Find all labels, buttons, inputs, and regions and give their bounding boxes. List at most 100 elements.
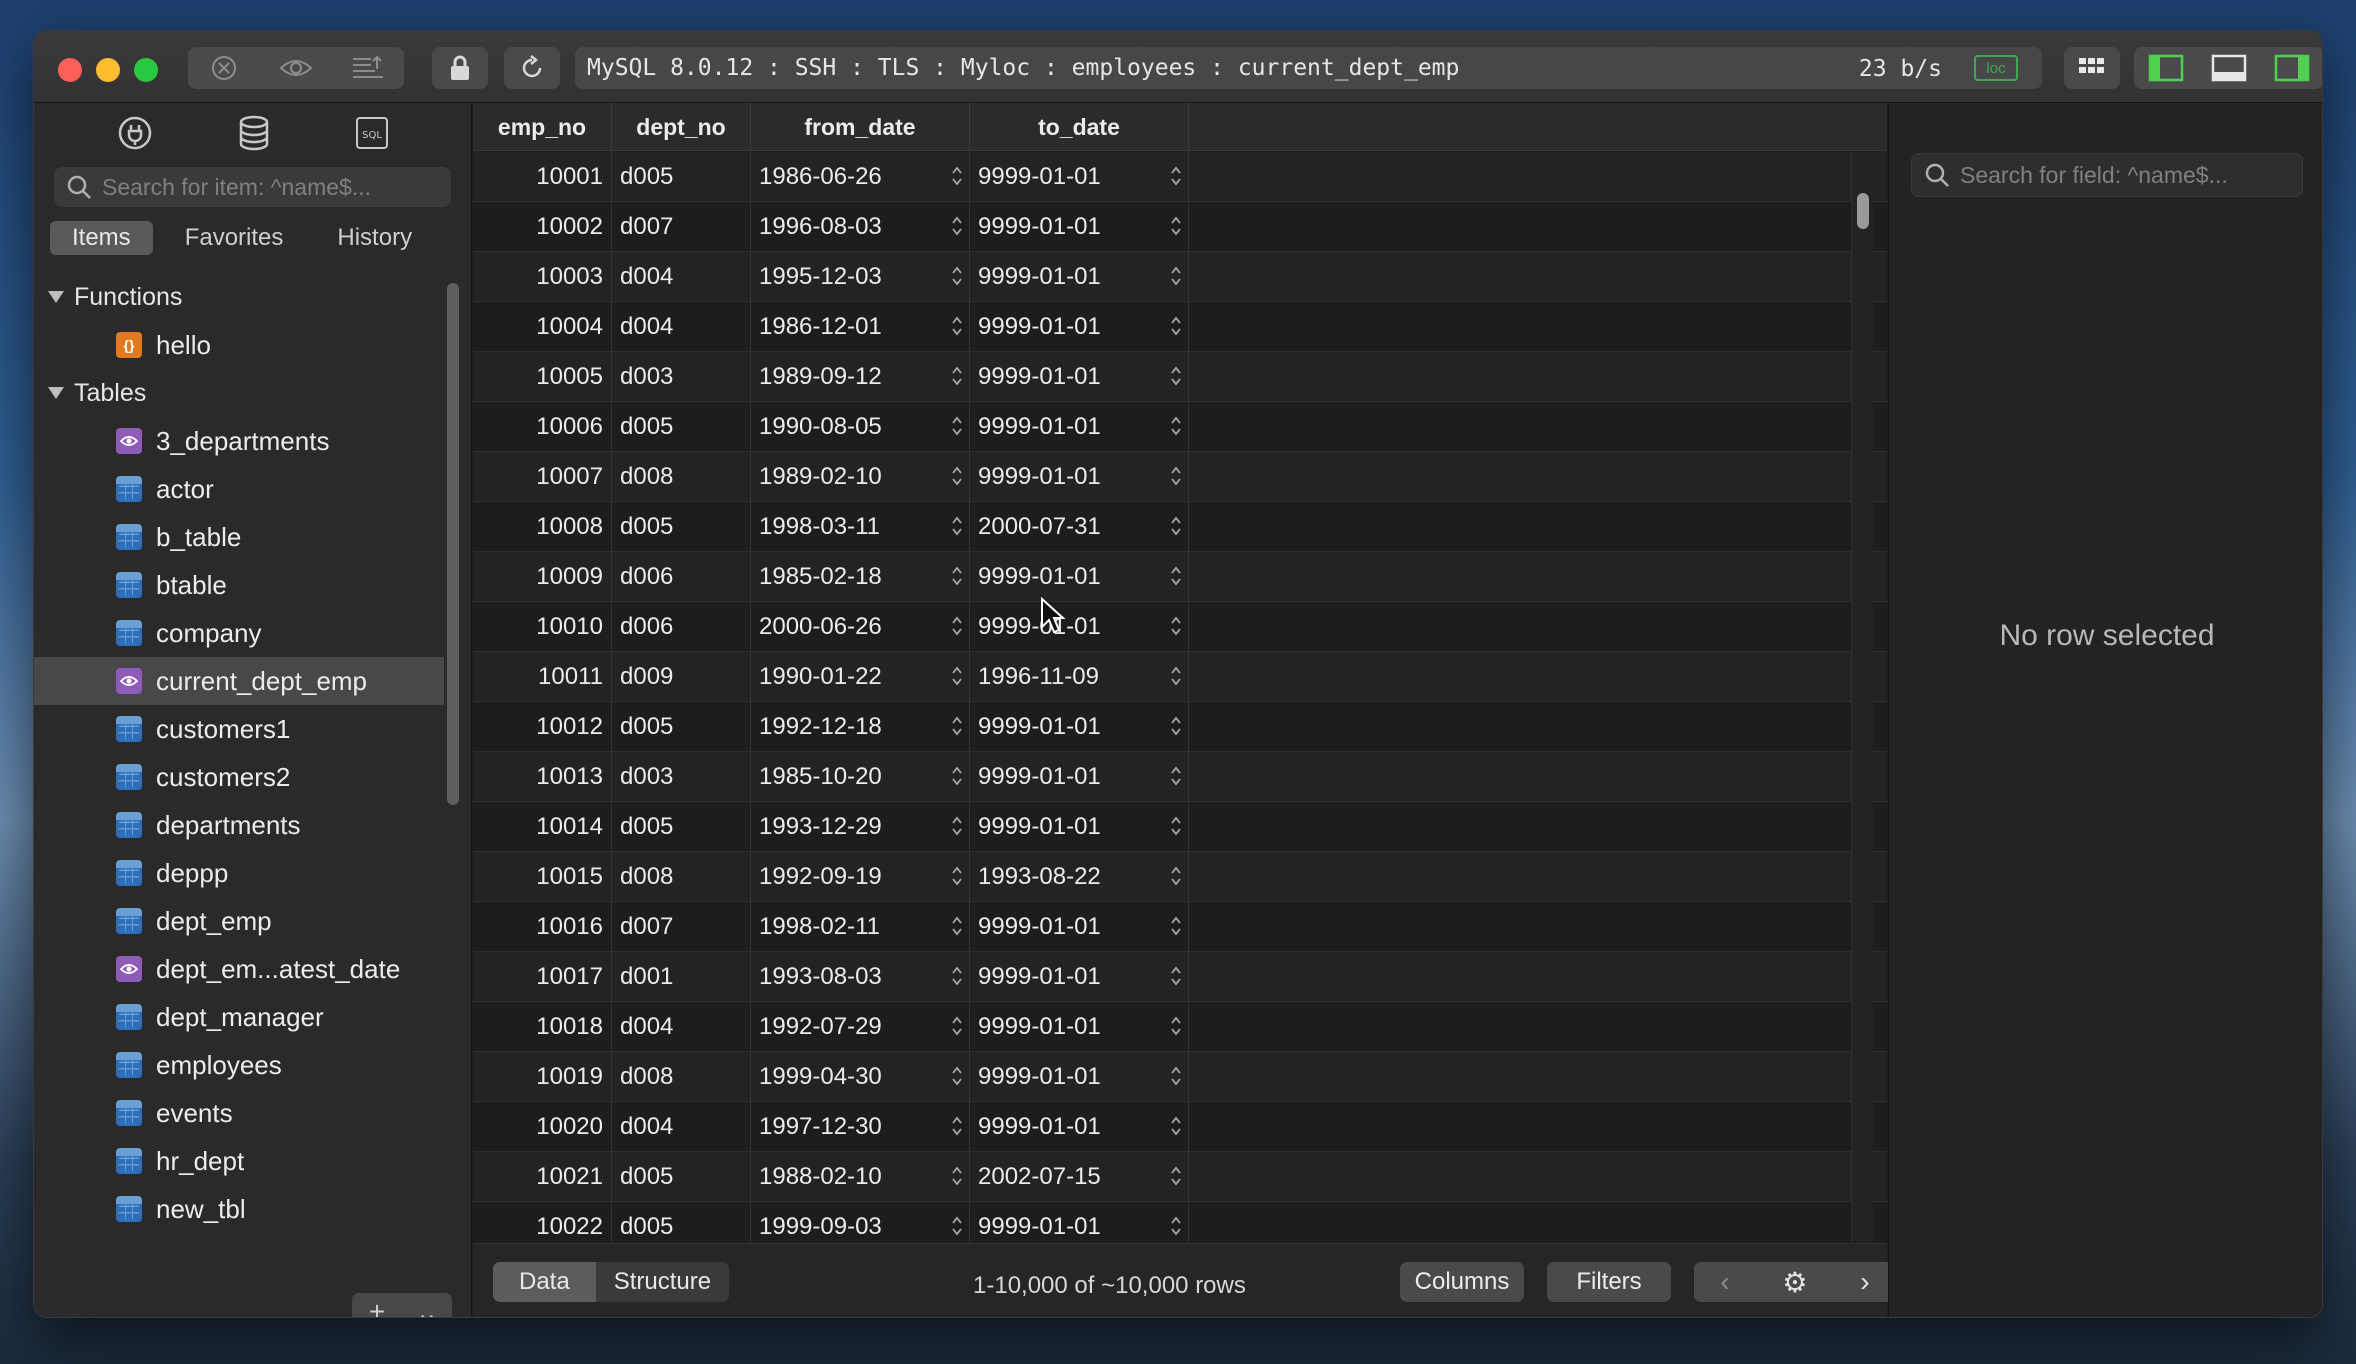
toggle-right-panel-icon[interactable] <box>2261 47 2322 89</box>
date-stepper-icon[interactable] <box>951 1064 963 1088</box>
date-stepper-icon[interactable] <box>951 764 963 788</box>
cell-emp-no[interactable]: 10019 <box>473 1051 612 1102</box>
cell-emp-no[interactable]: 10018 <box>473 1001 612 1052</box>
cell-to-date[interactable]: 9999-01-01 <box>970 901 1189 952</box>
date-stepper-icon[interactable] <box>1170 1114 1182 1138</box>
cell-from-date[interactable]: 1993-12-29 <box>751 801 970 852</box>
cell-dept-no[interactable]: d004 <box>612 251 751 302</box>
table-row[interactable]: 10021 d005 1988-02-10 2002-07-15 <box>473 1151 1887 1202</box>
date-stepper-icon[interactable] <box>951 264 963 288</box>
cell-dept-no[interactable]: d005 <box>612 401 751 452</box>
cell-dept-no[interactable]: d004 <box>612 1101 751 1152</box>
table-row[interactable]: 10007 d008 1989-02-10 9999-01-01 <box>473 451 1887 502</box>
close-window-button[interactable] <box>58 58 82 82</box>
cell-emp-no[interactable]: 10016 <box>473 901 612 952</box>
columns-button[interactable]: Columns <box>1400 1262 1524 1302</box>
date-stepper-icon[interactable] <box>1170 614 1182 638</box>
date-stepper-icon[interactable] <box>951 414 963 438</box>
cell-dept-no[interactable]: d004 <box>612 301 751 352</box>
date-stepper-icon[interactable] <box>951 814 963 838</box>
tree-item-table[interactable]: actor <box>34 465 444 513</box>
sql-query-icon[interactable]: SQL <box>355 116 389 155</box>
cell-emp-no[interactable]: 10001 <box>473 151 612 202</box>
date-stepper-icon[interactable] <box>951 1114 963 1138</box>
cell-emp-no[interactable]: 10021 <box>473 1151 612 1202</box>
tab-favorites[interactable]: Favorites <box>163 221 306 255</box>
cell-emp-no[interactable]: 10012 <box>473 701 612 752</box>
cell-dept-no[interactable]: d006 <box>612 601 751 652</box>
cell-dept-no[interactable]: d008 <box>612 451 751 502</box>
cell-from-date[interactable]: 1995-12-03 <box>751 251 970 302</box>
tree-item-table[interactable]: employees <box>34 1041 444 1089</box>
cell-from-date[interactable]: 1990-08-05 <box>751 401 970 452</box>
cell-from-date[interactable]: 1993-08-03 <box>751 951 970 1002</box>
stop-icon[interactable] <box>188 47 260 89</box>
table-row[interactable]: 10017 d001 1993-08-03 9999-01-01 <box>473 951 1887 1002</box>
date-stepper-icon[interactable] <box>951 464 963 488</box>
cell-to-date[interactable]: 9999-01-01 <box>970 551 1189 602</box>
date-stepper-icon[interactable] <box>951 864 963 888</box>
cell-to-date[interactable]: 9999-01-01 <box>970 401 1189 452</box>
cell-emp-no[interactable]: 10009 <box>473 551 612 602</box>
table-row[interactable]: 10003 d004 1995-12-03 9999-01-01 <box>473 251 1887 302</box>
date-stepper-icon[interactable] <box>951 964 963 988</box>
tree-item-view[interactable]: dept_em...atest_date <box>34 945 444 993</box>
table-row[interactable]: 10012 d005 1992-12-18 9999-01-01 <box>473 701 1887 752</box>
cell-emp-no[interactable]: 10008 <box>473 501 612 552</box>
date-stepper-icon[interactable] <box>951 364 963 388</box>
date-stepper-icon[interactable] <box>951 514 963 538</box>
cell-from-date[interactable]: 1985-02-18 <box>751 551 970 602</box>
tree-item-table[interactable]: dept_manager <box>34 993 444 1041</box>
add-button[interactable]: + <box>352 1296 402 1317</box>
cell-emp-no[interactable]: 10017 <box>473 951 612 1002</box>
cell-emp-no[interactable]: 10011 <box>473 651 612 702</box>
cell-from-date[interactable]: 2000-06-26 <box>751 601 970 652</box>
tree-item-function[interactable]: {} hello <box>34 321 444 369</box>
tree-item-table[interactable]: departments <box>34 801 444 849</box>
date-stepper-icon[interactable] <box>951 314 963 338</box>
cell-dept-no[interactable]: d005 <box>612 1151 751 1202</box>
cell-dept-no[interactable]: d005 <box>612 701 751 752</box>
toggle-left-panel-icon[interactable] <box>2134 47 2197 89</box>
tab-items[interactable]: Items <box>50 221 153 255</box>
workspace-grid-button[interactable] <box>2064 47 2120 89</box>
tab-history[interactable]: History <box>315 221 434 255</box>
cell-emp-no[interactable]: 10003 <box>473 251 612 302</box>
cell-from-date[interactable]: 1986-06-26 <box>751 151 970 202</box>
table-row[interactable]: 10013 d003 1985-10-20 9999-01-01 <box>473 751 1887 802</box>
cell-dept-no[interactable]: d003 <box>612 351 751 402</box>
cell-emp-no[interactable]: 10014 <box>473 801 612 852</box>
table-row[interactable]: 10019 d008 1999-04-30 9999-01-01 <box>473 1051 1887 1102</box>
table-row[interactable]: 10016 d007 1998-02-11 9999-01-01 <box>473 901 1887 952</box>
date-stepper-icon[interactable] <box>1170 764 1182 788</box>
cell-from-date[interactable]: 1998-02-11 <box>751 901 970 952</box>
date-stepper-icon[interactable] <box>951 1164 963 1188</box>
toggle-bottom-panel-icon[interactable] <box>2197 47 2260 89</box>
cell-dept-no[interactable]: d005 <box>612 501 751 552</box>
date-stepper-icon[interactable] <box>1170 664 1182 688</box>
connection-plug-icon[interactable] <box>117 115 153 156</box>
date-stepper-icon[interactable] <box>951 914 963 938</box>
cell-emp-no[interactable]: 10006 <box>473 401 612 452</box>
cell-from-date[interactable]: 1989-02-10 <box>751 451 970 502</box>
cell-from-date[interactable]: 1988-02-10 <box>751 1151 970 1202</box>
cell-to-date[interactable]: 2002-07-15 <box>970 1151 1189 1202</box>
cell-from-date[interactable]: 1985-10-20 <box>751 751 970 802</box>
table-row[interactable]: 10011 d009 1990-01-22 1996-11-09 <box>473 651 1887 702</box>
column-header-from-date[interactable]: from_date <box>751 103 970 151</box>
date-stepper-icon[interactable] <box>951 664 963 688</box>
table-row[interactable]: 10008 d005 1998-03-11 2000-07-31 <box>473 501 1887 552</box>
cell-dept-no[interactable]: d001 <box>612 951 751 1002</box>
cell-to-date[interactable]: 9999-01-01 <box>970 701 1189 752</box>
cell-emp-no[interactable]: 10004 <box>473 301 612 352</box>
cell-dept-no[interactable]: d005 <box>612 801 751 852</box>
date-stepper-icon[interactable] <box>1170 164 1182 188</box>
tree-item-view[interactable]: 3_departments <box>34 417 444 465</box>
tree-group-tables[interactable]: Tables <box>34 369 444 417</box>
cell-from-date[interactable]: 1992-12-18 <box>751 701 970 752</box>
zoom-window-button[interactable] <box>134 58 158 82</box>
cell-from-date[interactable]: 1992-07-29 <box>751 1001 970 1052</box>
table-row[interactable]: 10014 d005 1993-12-29 9999-01-01 <box>473 801 1887 852</box>
cell-from-date[interactable]: 1986-12-01 <box>751 301 970 352</box>
date-stepper-icon[interactable] <box>1170 414 1182 438</box>
